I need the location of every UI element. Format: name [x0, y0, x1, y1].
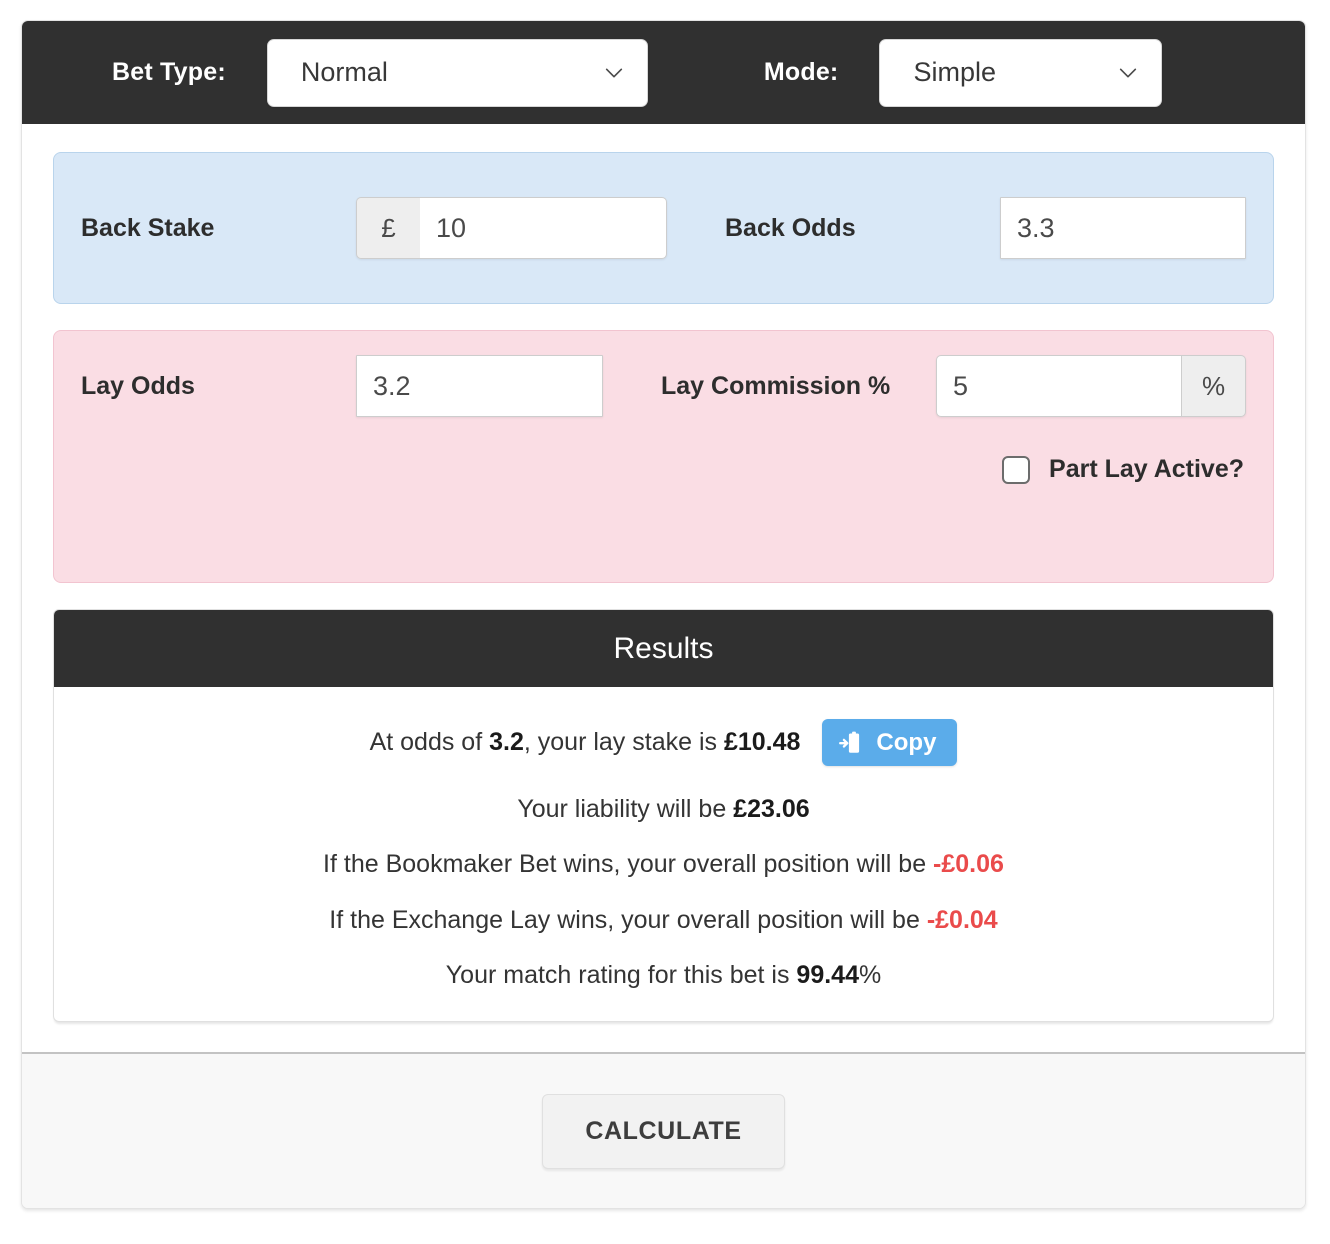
bet-type-select[interactable]: Normal: [266, 38, 648, 107]
chevron-down-icon: [603, 62, 625, 84]
results-content: At odds of 3.2, your lay stake is £10.48: [54, 687, 1273, 1021]
liability-prefix: Your liability will be: [517, 795, 734, 823]
lay-stake-prefix: At odds of: [369, 727, 490, 756]
back-bet-panel: Back Stake £ Back Odds: [53, 152, 1274, 304]
bookmaker-value: -£0.06: [933, 850, 1004, 879]
part-lay-active-checkbox[interactable]: [1002, 455, 1031, 484]
back-odds-input[interactable]: [1000, 197, 1246, 259]
toolbar: Bet Type: Normal Mode: Simple: [22, 21, 1305, 124]
part-lay-row: Part Lay Active?: [81, 455, 1246, 484]
liability-value: £23.06: [733, 795, 810, 823]
results-panel: Results At odds of 3.2, your lay stake i…: [53, 609, 1274, 1022]
mode-select[interactable]: Simple: [879, 38, 1163, 107]
chevron-down-icon: [1117, 62, 1139, 84]
back-odds-label: Back Odds: [725, 213, 856, 242]
lay-stake-result-row: At odds of 3.2, your lay stake is £10.48: [54, 719, 1273, 766]
clipboard-copy-icon: [837, 729, 865, 757]
match-rating-value: 99.44: [796, 960, 859, 989]
match-rating-result-text: Your match rating for this bet is 99.44%: [54, 960, 1273, 991]
matched-betting-calculator-card: Bet Type: Normal Mode: Simple Back Stake…: [21, 20, 1306, 1209]
results-title: Results: [54, 610, 1273, 687]
lay-commission-input[interactable]: [936, 355, 1182, 417]
lay-stake-odds-value: 3.2: [489, 727, 524, 756]
exchange-result-text: If the Exchange Lay wins, your overall p…: [54, 905, 1273, 936]
calculate-button[interactable]: CALCULATE: [542, 1093, 785, 1169]
currency-addon: £: [356, 197, 420, 259]
mode-label: Mode:: [763, 58, 839, 86]
back-stake-label: Back Stake: [81, 213, 215, 242]
lay-fields-row: Lay Odds Lay Commission % %: [81, 355, 1246, 417]
calculator-footer: CALCULATE: [22, 1052, 1305, 1208]
lay-odds-input[interactable]: [356, 355, 603, 417]
lay-odds-label: Lay Odds: [81, 371, 195, 400]
bet-type-select-box[interactable]: Normal: [266, 38, 648, 107]
lay-stake-result-text: At odds of 3.2, your lay stake is £10.48: [370, 727, 801, 758]
percent-addon: %: [1182, 355, 1246, 417]
lay-commission-input-group: %: [936, 355, 1246, 417]
copy-button[interactable]: Copy: [822, 719, 958, 766]
page-root: Bet Type: Normal Mode: Simple Back Stake…: [0, 0, 1330, 1244]
lay-commission-label: Lay Commission %: [661, 371, 891, 400]
lay-bet-panel: Lay Odds Lay Commission % % Part Lay Act…: [53, 330, 1274, 583]
back-stake-input[interactable]: [420, 197, 667, 259]
back-fields-row: Back Stake £ Back Odds: [81, 197, 1246, 259]
exchange-value: -£0.04: [926, 905, 998, 934]
match-rating-suffix: %: [858, 960, 882, 989]
bet-type-select-value: Normal: [300, 57, 388, 87]
bookmaker-result-text: If the Bookmaker Bet wins, your overall …: [54, 849, 1273, 880]
lay-stake-middle: , your lay stake is: [523, 727, 724, 756]
copy-button-label: Copy: [876, 728, 937, 756]
calculator-body: Back Stake £ Back Odds Lay Odds Lay Comm…: [22, 124, 1305, 1052]
liability-result-text: Your liability will be £23.06: [54, 794, 1273, 825]
exchange-prefix: If the Exchange Lay wins, your overall p…: [329, 905, 927, 934]
bet-type-label: Bet Type:: [112, 58, 226, 86]
lay-stake-amount: £10.48: [723, 727, 801, 756]
mode-select-value: Simple: [913, 57, 996, 87]
mode-select-box[interactable]: Simple: [879, 38, 1163, 107]
match-rating-prefix: Your match rating for this bet is: [445, 960, 797, 989]
part-lay-active-label: Part Lay Active?: [1049, 455, 1244, 483]
bookmaker-prefix: If the Bookmaker Bet wins, your overall …: [323, 850, 934, 879]
back-stake-input-group: £: [356, 197, 667, 259]
